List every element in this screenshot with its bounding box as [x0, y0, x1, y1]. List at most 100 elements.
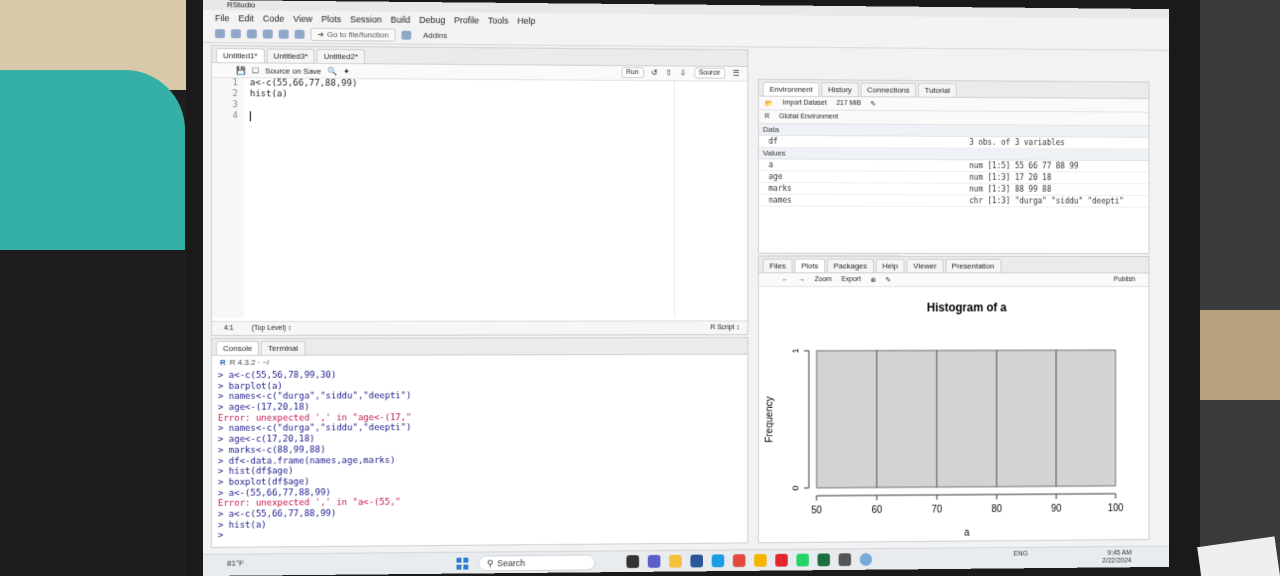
tab-plots[interactable]: Plots: [794, 258, 825, 273]
language-selector[interactable]: R: [765, 113, 770, 120]
broom-icon[interactable]: ✎: [885, 276, 891, 284]
background-paper: [1197, 536, 1280, 576]
env-var-value: num [1:5] 55 66 77 88 99: [969, 161, 1079, 171]
outline-icon[interactable]: ☰: [733, 69, 740, 78]
goto-file-input[interactable]: ➜ Go to file/function: [310, 27, 396, 42]
back-arrow-icon[interactable]: ←: [782, 276, 789, 283]
task-view-icon[interactable]: [626, 555, 640, 569]
edge-icon[interactable]: [711, 554, 725, 568]
publish-button[interactable]: Publish: [1114, 276, 1136, 283]
weather-temperature[interactable]: 81°F: [227, 559, 244, 568]
histogram-bar: [877, 350, 937, 487]
zoom-button[interactable]: Zoom: [815, 276, 832, 283]
tab-files[interactable]: Files: [762, 258, 793, 273]
new-file-icon[interactable]: [214, 29, 225, 39]
import-dataset-button[interactable]: Import Dataset: [783, 100, 827, 107]
memory-usage[interactable]: 217 MiB: [836, 100, 861, 107]
env-var-name: names: [768, 195, 792, 205]
tab-console[interactable]: Console: [215, 340, 260, 355]
tab-help[interactable]: Help: [875, 258, 905, 273]
plots-toolbar: ← → Zoom Export ⊗ ✎ Publish: [758, 273, 1149, 288]
menu-debug[interactable]: Debug: [419, 14, 445, 24]
environment-pane: Environment History Connections Tutorial…: [757, 78, 1150, 255]
scope-selector[interactable]: (Top Level) ↕: [252, 325, 292, 332]
app-title: RStudio: [226, 0, 256, 10]
file-type-selector[interactable]: R Script ↕: [710, 324, 739, 331]
line-number: 3: [232, 100, 238, 111]
system-clock[interactable]: 9:45 AM 2/22/2024: [1102, 550, 1131, 566]
code-line[interactable]: [250, 100, 358, 112]
search-icon: ⚲: [486, 557, 494, 568]
save-icon[interactable]: 💾: [236, 66, 246, 75]
menu-profile[interactable]: Profile: [454, 15, 479, 25]
rerun-icon[interactable]: ↺: [651, 68, 657, 77]
open-file-icon[interactable]: [246, 29, 257, 39]
new-project-icon[interactable]: [230, 29, 241, 39]
env-value-row[interactable]: names chr [1:3] "durga" "siddu" "deepti": [758, 194, 1149, 208]
language-indicator[interactable]: ENG: [1014, 551, 1028, 559]
tab-untitled3[interactable]: Untitled3*: [266, 48, 315, 63]
tab-connections[interactable]: Connections: [860, 82, 917, 97]
console-output[interactable]: > a<-c(55,56,78,99,30) > barplot(a) > name…: [212, 368, 747, 544]
save-all-icon[interactable]: [278, 29, 289, 39]
export-button[interactable]: Export: [841, 276, 860, 283]
addins-button[interactable]: Addins: [423, 31, 447, 40]
source-button[interactable]: Source: [693, 67, 726, 79]
opera-gx-icon[interactable]: [775, 553, 788, 567]
tab-untitled1[interactable]: Untitled1*: [215, 48, 265, 63]
menu-view[interactable]: View: [293, 13, 312, 23]
screen: RStudio File Edit Code View Plots Sessio…: [203, 0, 1170, 576]
broom-icon[interactable]: ✎: [870, 100, 876, 108]
menu-edit[interactable]: Edit: [238, 13, 253, 23]
menu-tools[interactable]: Tools: [488, 15, 509, 25]
search-icon[interactable]: 🔍: [327, 66, 337, 75]
environment-scope-selector[interactable]: Global Environment: [779, 113, 838, 120]
rstudio-icon[interactable]: [859, 553, 873, 566]
app-icon[interactable]: [838, 553, 852, 567]
forward-arrow-icon[interactable]: →: [798, 276, 805, 283]
menu-build[interactable]: Build: [391, 14, 411, 24]
tab-tutorial[interactable]: Tutorial: [918, 82, 957, 97]
menu-file[interactable]: File: [215, 13, 229, 23]
code-line[interactable]: a<-c(55,66,77,88,99): [250, 78, 358, 90]
run-button[interactable]: Run: [621, 67, 644, 79]
menu-plots[interactable]: Plots: [321, 14, 341, 24]
print-icon[interactable]: [294, 29, 305, 39]
tab-viewer[interactable]: Viewer: [906, 258, 944, 273]
code-line-current[interactable]: [249, 111, 358, 123]
file-explorer-icon[interactable]: [669, 554, 682, 568]
code-editor[interactable]: 1 2 3 4 a<-c(55,66,77,88,99) hist(a): [211, 78, 747, 318]
wand-icon[interactable]: ✦: [343, 67, 350, 76]
taskbar-search[interactable]: ⚲ Search: [478, 554, 596, 572]
tab-environment[interactable]: Environment: [762, 81, 820, 96]
tab-untitled2[interactable]: Untitled2*: [316, 48, 365, 64]
console-pane: Console Terminal R R 4.3.2 · ~/ > a<-c(5…: [210, 337, 749, 548]
whatsapp-icon[interactable]: [796, 553, 809, 567]
menu-help[interactable]: Help: [517, 15, 535, 25]
down-arrow-icon[interactable]: ⇩: [680, 68, 686, 77]
histogram-bar: [817, 351, 877, 488]
plot-area: Histogram of a 50 60 70 80 90 100 0 1 a Frequency: [759, 287, 1149, 539]
console-tabs: Console Terminal: [211, 338, 748, 356]
save-icon[interactable]: [262, 29, 273, 39]
chrome-icon[interactable]: [754, 553, 767, 567]
source-on-save-checkbox[interactable]: ☐: [252, 66, 259, 75]
tab-presentation[interactable]: Presentation: [945, 258, 1001, 273]
teams-icon[interactable]: [647, 554, 661, 568]
line-number: 4: [232, 111, 238, 122]
remove-plot-icon[interactable]: ⊗: [870, 276, 876, 284]
menu-session[interactable]: Session: [350, 14, 382, 24]
chart-title: Histogram of a: [927, 301, 1007, 315]
windows-start-icon[interactable]: [456, 557, 469, 570]
excel-icon[interactable]: [817, 553, 830, 567]
tab-packages[interactable]: Packages: [826, 258, 874, 273]
opera-icon[interactable]: [732, 554, 746, 568]
up-arrow-icon[interactable]: ⇧: [665, 68, 671, 77]
tab-history[interactable]: History: [821, 82, 859, 97]
open-folder-icon[interactable]: 📂: [765, 99, 773, 107]
tab-terminal[interactable]: Terminal: [261, 340, 306, 355]
menu-code[interactable]: Code: [263, 13, 284, 23]
code-line[interactable]: hist(a): [250, 89, 358, 101]
grid-icon[interactable]: [401, 30, 412, 40]
store-icon[interactable]: [690, 554, 703, 568]
